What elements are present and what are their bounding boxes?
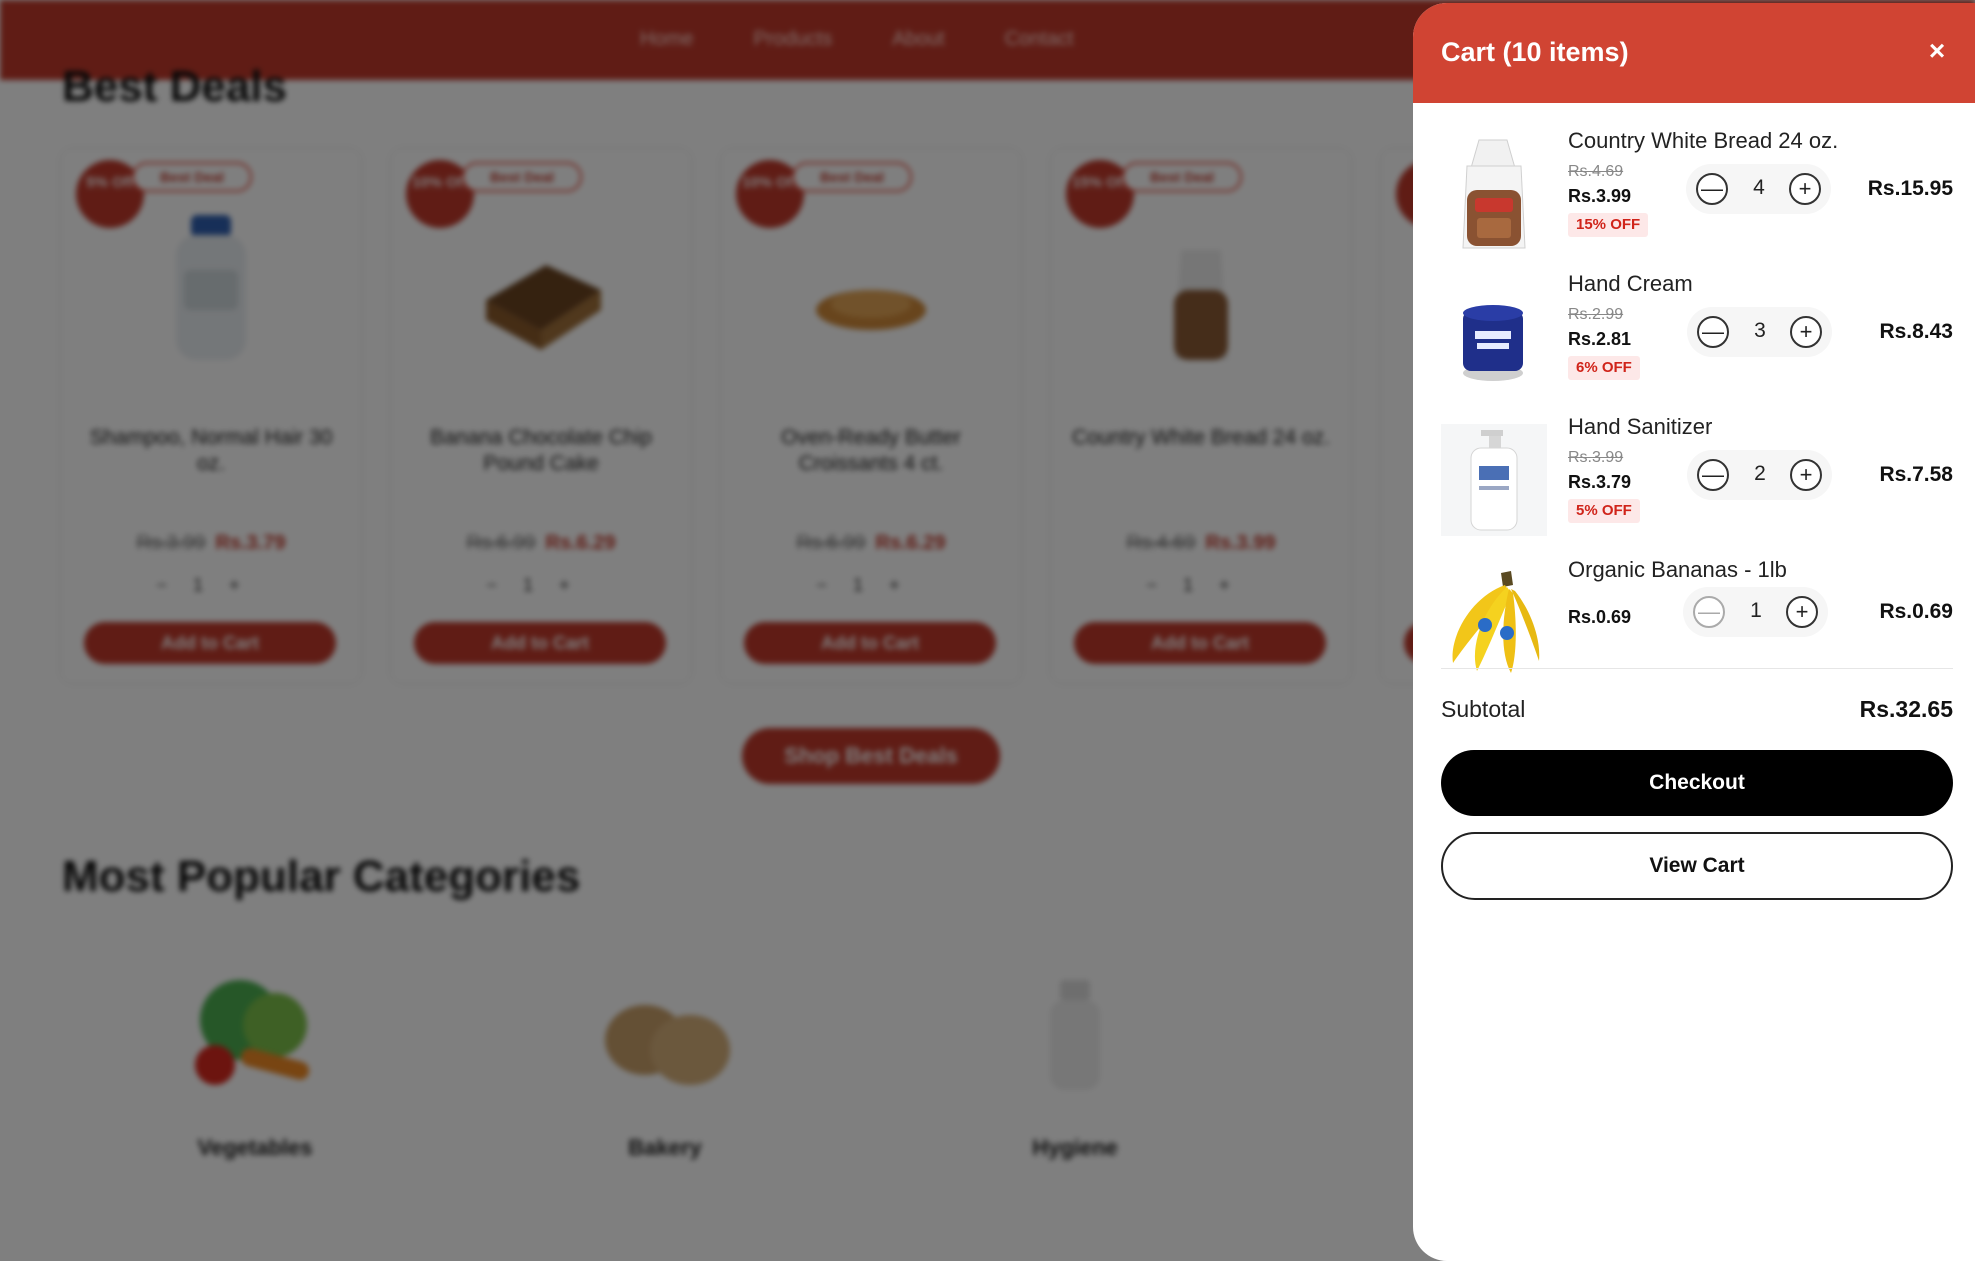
item-line-total: Rs.7.58	[1879, 463, 1953, 486]
item-unit-price: Rs.2.81	[1568, 329, 1632, 349]
item-unit-price: Rs.3.99	[1568, 186, 1632, 206]
item-name: Country White Bread 24 oz.	[1568, 128, 1839, 153]
item-name: Hand Sanitizer	[1568, 414, 1713, 439]
close-icon[interactable]: ×	[1919, 33, 1955, 69]
item-name: Organic Bananas - 1lb	[1568, 557, 1787, 582]
divider	[1441, 668, 1953, 669]
cart-header: Cart (10 items) ×	[1413, 3, 1975, 103]
item-line-total: Rs.15.95	[1867, 177, 1953, 200]
bread-image	[1462, 139, 1526, 249]
bananas-image	[1452, 571, 1540, 673]
quantity-value: 3	[1754, 319, 1766, 342]
decrease-quantity-button[interactable]: —	[1696, 173, 1728, 205]
item-unit-price: Rs.3.79	[1568, 472, 1632, 492]
quantity-value: 1	[1750, 599, 1762, 622]
item-line-total: Rs.8.43	[1879, 320, 1953, 343]
increase-quantity-button[interactable]: +	[1790, 459, 1822, 491]
item-line-total: Rs.0.69	[1879, 600, 1953, 623]
decrease-quantity-button[interactable]: —	[1697, 316, 1729, 348]
quantity-stepper: — 2 +	[1687, 450, 1832, 500]
decrease-quantity-button[interactable]: —	[1697, 459, 1729, 491]
decrease-quantity-button[interactable]: —	[1693, 596, 1725, 628]
hand-sanitizer-image	[1441, 424, 1547, 536]
checkout-button[interactable]: Checkout	[1441, 750, 1953, 816]
item-unit-price: Rs.0.69	[1568, 607, 1632, 627]
cart-drawer: Cart (10 items) × Country White Bread 24…	[1413, 3, 1975, 1261]
cart-title: Cart (10 items)	[1441, 37, 1629, 67]
quantity-value: 4	[1753, 176, 1765, 199]
item-original-price: Rs.3.99	[1568, 449, 1624, 466]
discount-badge: 15% OFF	[1568, 213, 1649, 237]
item-name: Hand Cream	[1568, 271, 1693, 296]
quantity-value: 2	[1754, 462, 1766, 485]
hand-cream-image	[1463, 305, 1523, 381]
view-cart-button[interactable]: View Cart	[1441, 832, 1953, 900]
discount-badge: 5% OFF	[1568, 499, 1640, 523]
cart-item: Hand Cream Rs.2.99 Rs.2.81 6% OFF — 3 + …	[1413, 271, 1975, 414]
cart-item: Country White Bread 24 oz. Rs.4.69 Rs.3.…	[1413, 128, 1975, 271]
cart-item: Hand Sanitizer Rs.3.99 Rs.3.79 5% OFF — …	[1413, 414, 1975, 557]
subtotal-label: Subtotal	[1441, 696, 1526, 722]
item-original-price: Rs.4.69	[1568, 163, 1624, 180]
increase-quantity-button[interactable]: +	[1786, 596, 1818, 628]
discount-badge: 6% OFF	[1568, 356, 1640, 380]
increase-quantity-button[interactable]: +	[1789, 173, 1821, 205]
item-original-price: Rs.2.99	[1568, 306, 1624, 323]
quantity-stepper: — 3 +	[1687, 307, 1832, 357]
cart-item: Organic Bananas - 1lb Rs.0.69 — 1 + Rs.0…	[1413, 557, 1975, 700]
quantity-stepper: — 1 +	[1683, 587, 1828, 637]
increase-quantity-button[interactable]: +	[1790, 316, 1822, 348]
subtotal-value: Rs.32.65	[1859, 696, 1953, 722]
quantity-stepper: — 4 +	[1686, 164, 1831, 214]
